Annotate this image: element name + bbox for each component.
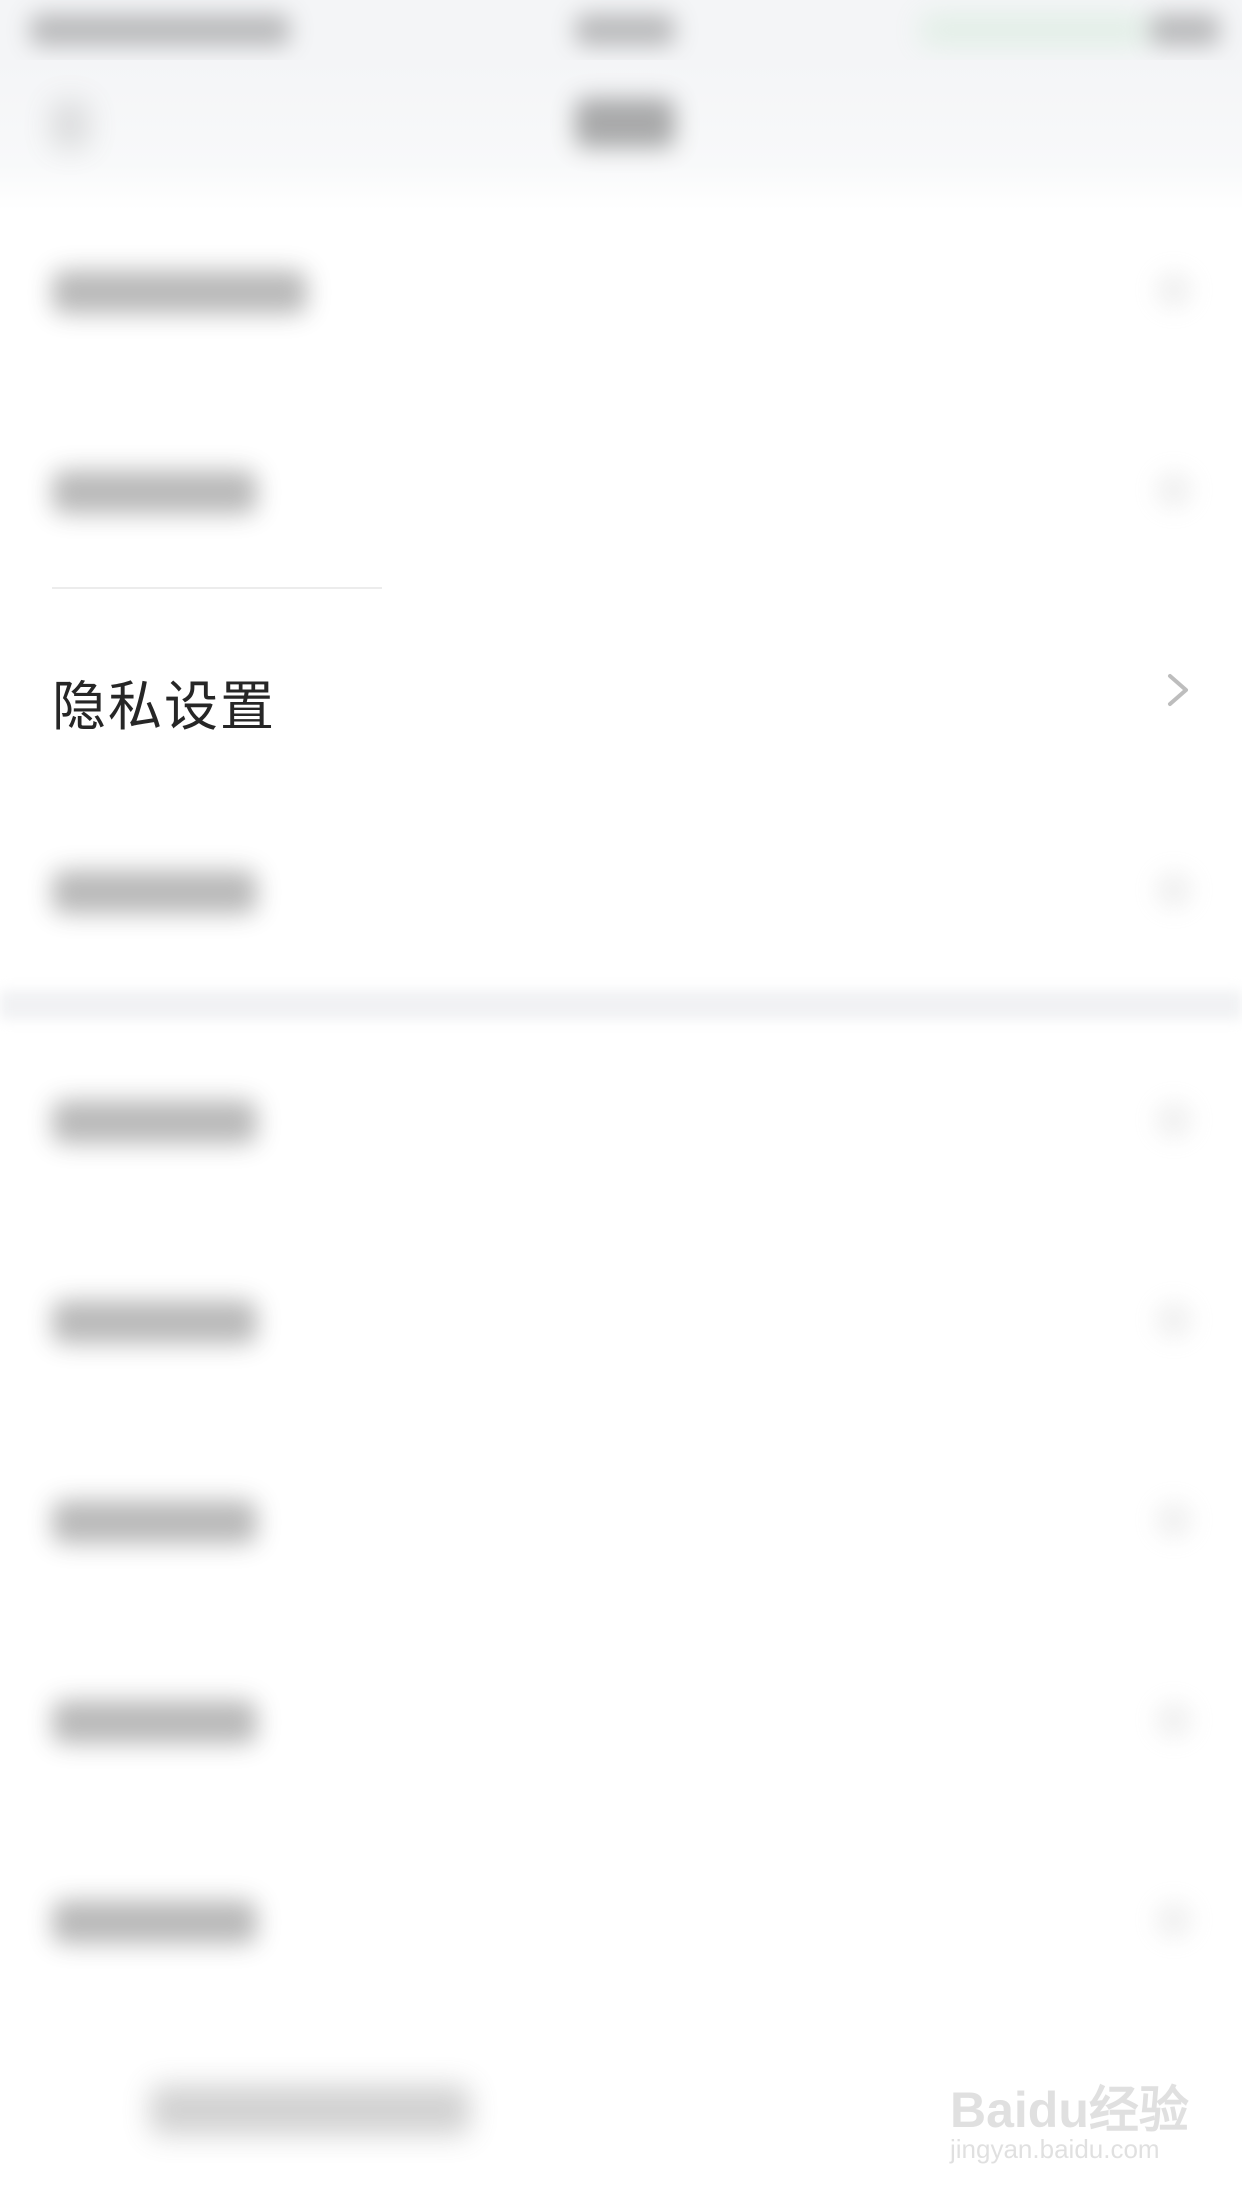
chevron-right-icon bbox=[1154, 870, 1194, 910]
row-label-blur bbox=[52, 1300, 257, 1344]
row-label-blur bbox=[52, 1700, 257, 1744]
chevron-right-icon bbox=[1154, 1300, 1194, 1340]
status-carrier-blur bbox=[30, 14, 290, 46]
chevron-right-icon bbox=[1154, 470, 1194, 510]
settings-row-5[interactable] bbox=[0, 1020, 1242, 1220]
settings-row-9[interactable] bbox=[0, 1820, 1242, 2020]
row-label-blur bbox=[52, 1900, 257, 1944]
row-label-blur bbox=[52, 470, 257, 514]
chevron-right-icon bbox=[1154, 1100, 1194, 1140]
privacy-settings-label: 隐私设置 bbox=[52, 675, 276, 738]
baidu-watermark: Baidu经验 jingyan.baidu.com bbox=[950, 2070, 1190, 2180]
battery-icon bbox=[1150, 14, 1220, 46]
nav-bar bbox=[0, 60, 1242, 210]
chevron-right-icon bbox=[1154, 270, 1194, 310]
settings-row-6[interactable] bbox=[0, 1220, 1242, 1420]
settings-row-8[interactable] bbox=[0, 1620, 1242, 1820]
settings-row-2[interactable] bbox=[0, 390, 1242, 590]
chevron-right-icon bbox=[1154, 1500, 1194, 1540]
status-bar bbox=[0, 0, 1242, 60]
nav-title-blur bbox=[575, 98, 675, 148]
back-arrow-icon[interactable] bbox=[50, 100, 90, 150]
row-divider bbox=[52, 587, 382, 589]
section-gap bbox=[0, 990, 1242, 1020]
watermark-url: jingyan.baidu.com bbox=[950, 2134, 1160, 2164]
row-label-blur bbox=[52, 1500, 257, 1544]
settings-row-4[interactable] bbox=[0, 790, 1242, 990]
row-label-blur bbox=[52, 1100, 257, 1144]
chevron-right-icon bbox=[1154, 1900, 1194, 1940]
row-label-blur bbox=[52, 270, 307, 314]
footer-text-blur bbox=[150, 2085, 470, 2135]
chevron-right-icon bbox=[1168, 674, 1188, 706]
row-label-blur bbox=[52, 870, 257, 914]
chevron-right-icon bbox=[1154, 1700, 1194, 1740]
status-indicators-blur bbox=[920, 14, 1150, 46]
watermark-brand: Baidu经验 bbox=[950, 2082, 1189, 2138]
privacy-settings-row[interactable]: 隐私设置 bbox=[0, 590, 1242, 790]
status-time-blur bbox=[575, 14, 675, 46]
settings-row-1[interactable] bbox=[0, 190, 1242, 390]
settings-row-7[interactable] bbox=[0, 1420, 1242, 1620]
